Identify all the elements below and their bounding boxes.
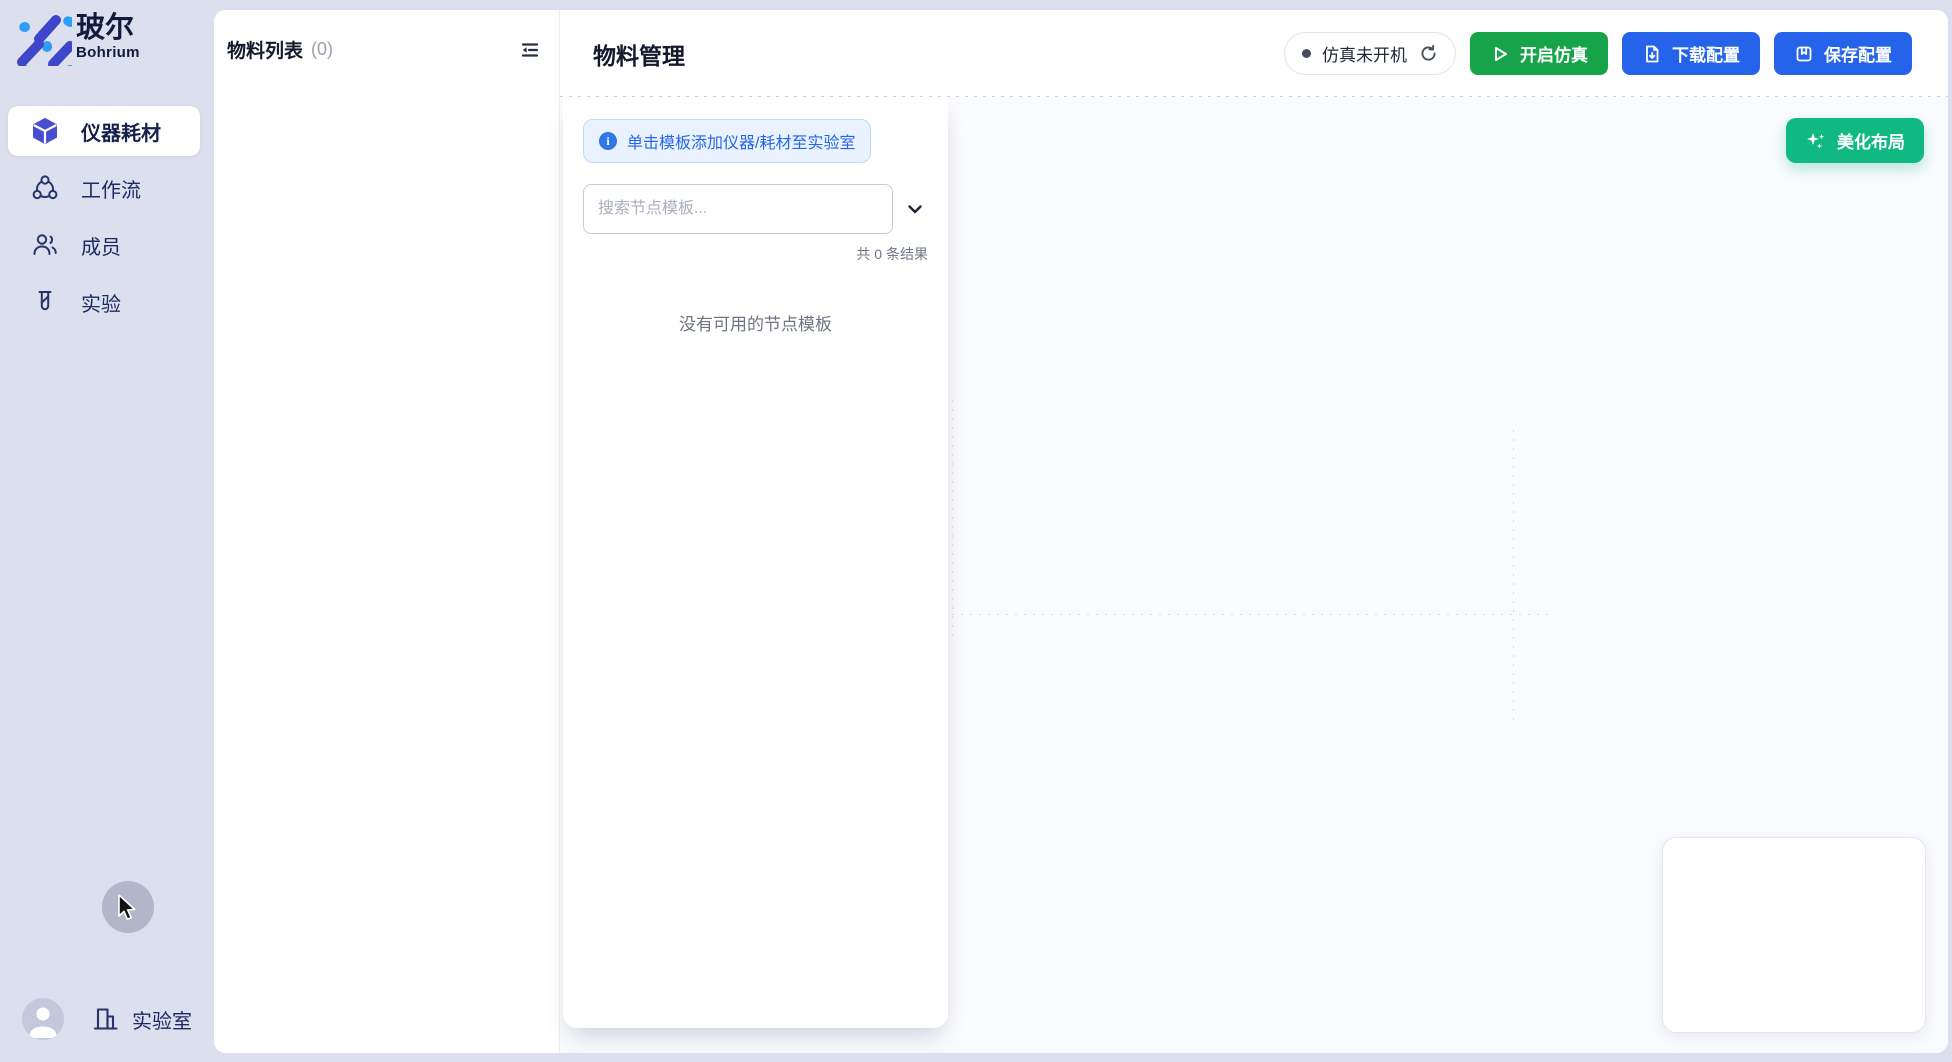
sidebar-nav: 仪器耗材 工作流 成员 xyxy=(0,106,214,334)
materials-list-panel: 物料列表 (0) xyxy=(214,10,560,1053)
lab-entry[interactable]: 实验室 xyxy=(92,1005,192,1034)
canvas-guide-line-vertical xyxy=(1513,430,1514,722)
bohrium-logo-icon xyxy=(14,8,72,66)
hint-banner-text: 单击模板添加仪器/耗材至实验室 xyxy=(627,129,855,153)
status-dot-icon xyxy=(1302,49,1311,58)
simulation-status-pill: 仿真未开机 xyxy=(1284,32,1456,75)
brand-title: 玻尔 xyxy=(76,13,140,43)
save-config-button[interactable]: 保存配置 xyxy=(1774,32,1912,75)
brand-logo: 玻尔 Bohrium xyxy=(14,8,140,66)
materials-list-title: 物料列表 xyxy=(227,36,303,63)
info-icon: i xyxy=(599,132,617,150)
sidebar-item-label: 成员 xyxy=(81,231,121,260)
cube-icon xyxy=(30,116,60,146)
workflow-icon xyxy=(30,173,60,203)
indent-collapse-icon[interactable] xyxy=(517,37,543,63)
lab-entry-label: 实验室 xyxy=(132,1005,192,1034)
materials-list-count: (0) xyxy=(311,39,333,60)
sidebar-item-workflow[interactable]: 工作流 xyxy=(8,163,200,213)
play-icon xyxy=(1490,44,1510,64)
mouse-cursor xyxy=(117,894,143,924)
members-icon xyxy=(30,230,60,260)
page-header: 物料管理 仿真未开机 开启仿真 xyxy=(560,10,1948,97)
results-count: 共 0 条结果 xyxy=(583,244,928,264)
flow-canvas[interactable]: i 单击模板添加仪器/耗材至实验室 共 0 条结果 没有可用的节点模板 xyxy=(560,97,1948,1053)
sidebar-item-label: 工作流 xyxy=(81,174,141,203)
beautify-layout-button[interactable]: 美化布局 xyxy=(1786,118,1924,163)
save-config-label: 保存配置 xyxy=(1824,41,1892,66)
refresh-icon[interactable] xyxy=(1418,44,1438,64)
header-actions: 仿真未开机 开启仿真 xyxy=(1284,32,1912,75)
empty-state-text: 没有可用的节点模板 xyxy=(583,310,928,335)
building-icon xyxy=(92,1005,119,1033)
experiment-icon xyxy=(30,287,60,317)
sidebar-item-label: 仪器耗材 xyxy=(81,117,161,146)
chevron-down-icon[interactable] xyxy=(902,196,928,222)
sparkles-icon xyxy=(1805,130,1827,152)
canvas-guide-line-vertical xyxy=(952,400,953,640)
start-simulation-button[interactable]: 开启仿真 xyxy=(1470,32,1608,75)
status-label: 仿真未开机 xyxy=(1322,41,1407,66)
template-search-row xyxy=(583,184,928,234)
file-download-icon xyxy=(1642,44,1662,64)
content-shell: 物料列表 (0) 物料管理 仿真未开机 xyxy=(214,10,1948,1053)
materials-list-header: 物料列表 (0) xyxy=(214,10,559,63)
sidebar-item-instruments[interactable]: 仪器耗材 xyxy=(8,106,200,156)
hint-banner: i 单击模板添加仪器/耗材至实验室 xyxy=(583,119,871,163)
sidebar: 玻尔 Bohrium 仪器耗材 工作流 xyxy=(0,0,214,1062)
user-avatar[interactable] xyxy=(22,998,64,1040)
main-column: 物料管理 仿真未开机 开启仿真 xyxy=(560,10,1948,1053)
brand-subtitle: Bohrium xyxy=(76,44,140,61)
start-simulation-label: 开启仿真 xyxy=(1520,41,1588,66)
save-icon xyxy=(1794,44,1814,64)
page-title: 物料管理 xyxy=(593,37,685,71)
canvas-guide-line-horizontal xyxy=(952,614,1552,615)
minimap-panel[interactable] xyxy=(1662,837,1926,1033)
node-template-panel: i 单击模板添加仪器/耗材至实验室 共 0 条结果 没有可用的节点模板 xyxy=(563,97,948,1028)
download-config-button[interactable]: 下载配置 xyxy=(1622,32,1760,75)
sidebar-item-experiments[interactable]: 实验 xyxy=(8,277,200,327)
sidebar-footer: 实验室 xyxy=(0,998,214,1040)
download-config-label: 下载配置 xyxy=(1672,41,1740,66)
sidebar-item-members[interactable]: 成员 xyxy=(8,220,200,270)
template-search-input[interactable] xyxy=(583,184,893,234)
sidebar-item-label: 实验 xyxy=(81,288,121,317)
beautify-layout-label: 美化布局 xyxy=(1837,128,1905,153)
